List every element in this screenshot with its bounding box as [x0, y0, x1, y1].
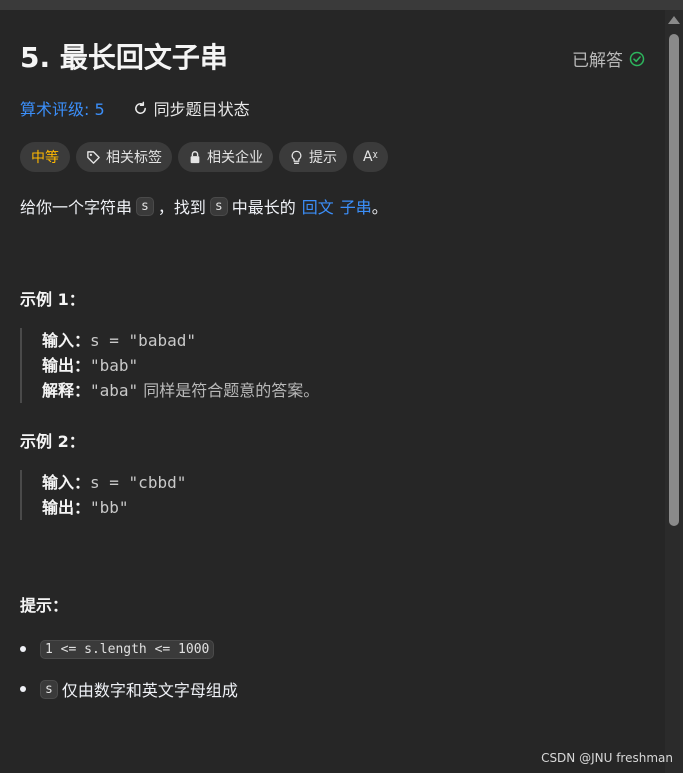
lock-icon	[190, 151, 200, 164]
solved-status: 已解答	[572, 46, 645, 71]
sync-label: 同步题目状态	[153, 100, 250, 119]
palindrome-link[interactable]: 回文	[302, 194, 334, 218]
example-2-input: 输入：s = "cbbd"	[42, 470, 186, 495]
translate-button[interactable]: Aᵡ	[353, 142, 388, 172]
desc-text-3: 中最长的	[231, 198, 296, 217]
problem-panel: 5. 最长回文子串 已解答 算术评级: 5 同步题目状态 中等 相关标签 相关企…	[0, 10, 665, 773]
tag-row: 中等 相关标签 相关企业 提示 Aᵡ	[20, 142, 388, 172]
related-tags-button[interactable]: 相关标签	[76, 142, 172, 172]
lightbulb-icon	[291, 150, 302, 164]
output-label: 输出：	[42, 356, 91, 375]
problem-meta: 算术评级: 5 同步题目状态	[20, 96, 250, 120]
input-label: 输入：	[42, 473, 91, 492]
output-value: "bab"	[90, 356, 139, 375]
related-companies-label: 相关企业	[207, 150, 263, 166]
related-companies-button[interactable]: 相关企业	[178, 142, 273, 172]
bullet-dot	[20, 686, 26, 692]
constraint-text-2: 仅由数字和英文字母组成	[61, 681, 238, 700]
inline-code-s: s	[136, 196, 154, 216]
sync-status-button[interactable]: 同步题目状态	[133, 96, 250, 120]
explain-value: "aba"	[90, 381, 139, 400]
example-1-explanation: 解释："aba" 同样是符合题意的答案。	[42, 378, 319, 403]
watermark: CSDN @JNU freshman	[541, 751, 673, 765]
bullet-dot	[20, 646, 26, 652]
list-item: 1 <= s.length <= 1000	[20, 634, 238, 664]
example-1-heading: 示例 1：	[20, 290, 85, 309]
hint-label: 提示	[309, 150, 337, 166]
constraint-code-2: s	[40, 679, 58, 699]
list-item: s 仅由数字和英文字母组成	[20, 674, 238, 704]
desc-end: 。	[371, 198, 388, 217]
example-1-output: 输出："bab"	[42, 353, 319, 378]
example-2-block: 输入：s = "cbbd" 输出："bb"	[20, 470, 186, 520]
inline-code-s-2: s	[209, 196, 228, 216]
example-1-block: 输入：s = "babad" 输出："bab" 解释："aba" 同样是符合题意…	[20, 328, 319, 403]
related-tags-label: 相关标签	[106, 150, 162, 166]
input-value: s = "cbbd"	[90, 473, 187, 492]
top-bar	[0, 0, 683, 10]
check-circle-icon	[629, 51, 645, 66]
scrollbar-thumb[interactable]	[669, 34, 679, 526]
explain-label: 解释：	[42, 381, 91, 400]
output-label: 输出：	[42, 498, 91, 517]
translate-icon: Aᵡ	[363, 149, 378, 165]
constraints-list: 1 <= s.length <= 1000 s 仅由数字和英文字母组成	[20, 634, 238, 714]
example-2-heading: 示例 2：	[20, 432, 85, 451]
scroll-up-arrow-icon[interactable]	[668, 16, 680, 24]
difficulty-label: 中等	[31, 150, 59, 166]
input-label: 输入：	[42, 331, 91, 350]
problem-description: 给你一个字符串 s ，找到 s 中最长的 回文 子串 。	[20, 194, 388, 218]
constraint-code-1: 1 <= s.length <= 1000	[40, 639, 215, 659]
hint-button[interactable]: 提示	[279, 142, 347, 172]
desc-text-1: 给你一个字符串	[20, 198, 133, 217]
explain-note: 同样是符合题意的答案。	[143, 381, 320, 400]
input-value: s = "babad"	[90, 331, 196, 350]
substring-link[interactable]: 子串	[340, 194, 372, 218]
problem-title: 5. 最长回文子串	[20, 41, 228, 74]
output-value: "bb"	[90, 498, 129, 517]
rating-label[interactable]: 算术评级: 5	[20, 96, 105, 120]
refresh-icon	[134, 101, 146, 114]
tag-icon	[87, 150, 100, 164]
solved-label: 已解答	[572, 51, 623, 71]
example-2-output: 输出："bb"	[42, 495, 186, 520]
difficulty-badge[interactable]: 中等	[20, 142, 70, 172]
vertical-scrollbar[interactable]	[665, 10, 683, 773]
example-1-input: 输入：s = "babad"	[42, 328, 319, 353]
constraints-heading: 提示：	[20, 596, 69, 615]
desc-text-2: ，找到	[157, 198, 206, 217]
